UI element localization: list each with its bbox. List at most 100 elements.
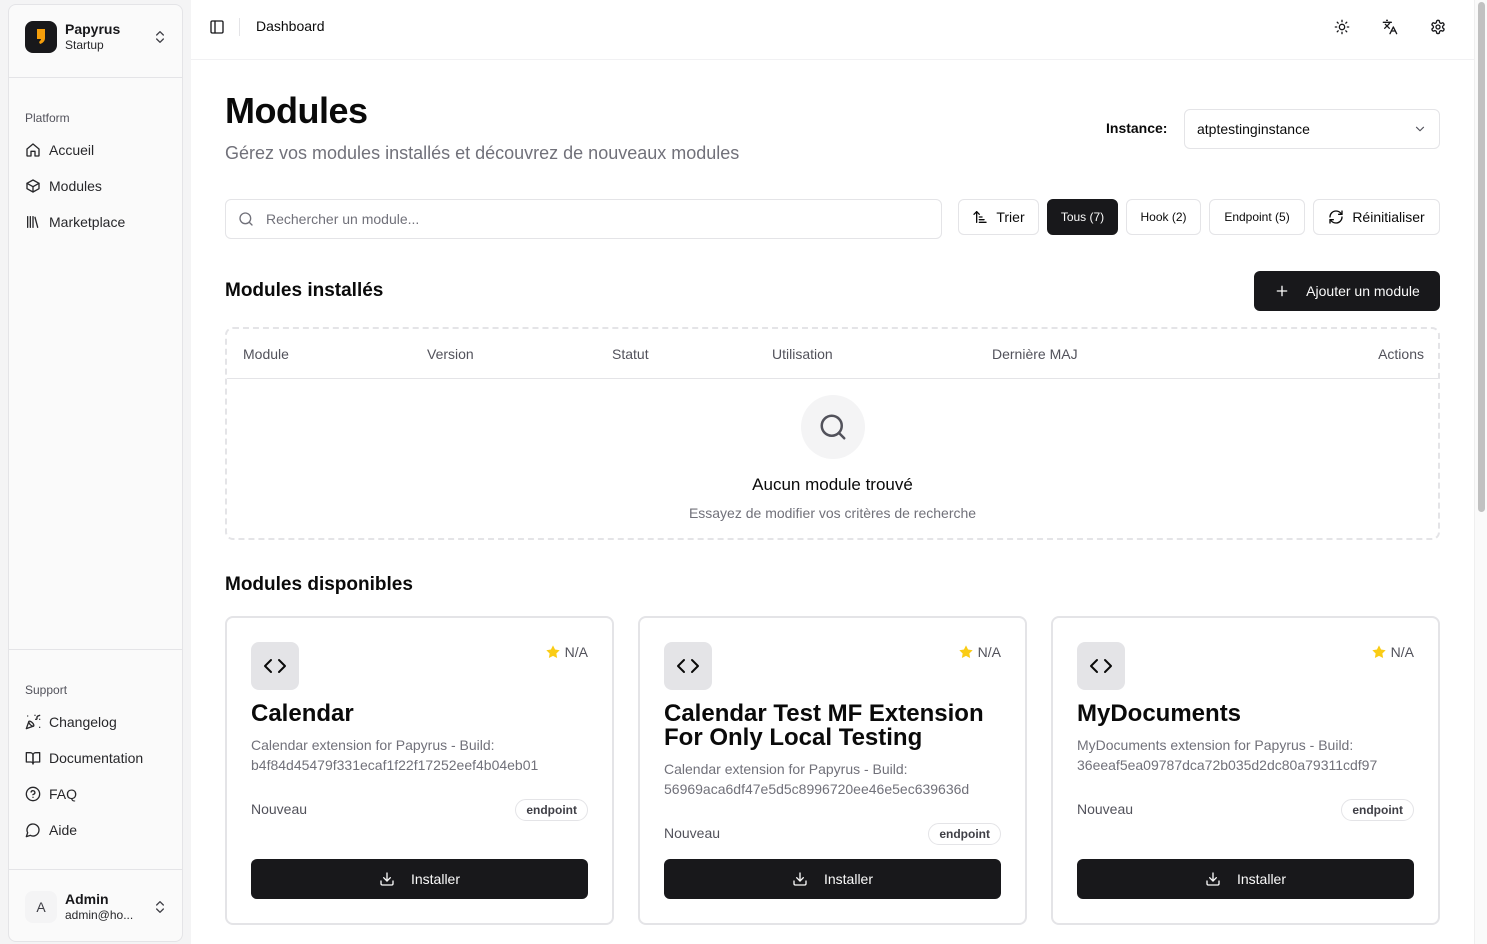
top-bar: Dashboard (191, 0, 1474, 60)
sidebar-item-label: Changelog (49, 714, 117, 730)
gear-icon (1431, 19, 1445, 35)
column-header-last-update: Dernière MAJ (992, 346, 1078, 362)
settings-button[interactable] (1424, 13, 1452, 41)
module-status: Nouveau (251, 801, 308, 817)
module-rating: N/A (545, 644, 588, 660)
help-circle-icon (25, 786, 41, 802)
add-module-button[interactable]: Ajouter un module (1254, 271, 1440, 311)
module-title: Calendar Test MF Extension For Only Loca… (664, 700, 984, 751)
home-icon (26, 143, 40, 157)
sort-button[interactable]: Trier (958, 199, 1039, 235)
main-content: Dashboard Modules Gérez vos modules inst… (191, 0, 1474, 944)
book-open-icon (25, 752, 41, 765)
chevrons-up-down-icon (156, 31, 164, 43)
star-icon (545, 645, 560, 658)
column-header-module: Module (243, 346, 289, 362)
download-icon (1206, 872, 1220, 886)
available-section-title: Modules disponibles (225, 574, 413, 595)
download-icon (793, 872, 807, 886)
installed-modules-table: Module Version Statut Utilisation Derniè… (225, 327, 1440, 540)
plus-icon (1276, 285, 1288, 297)
module-status: Nouveau (1077, 801, 1134, 817)
party-popper-icon (25, 714, 41, 730)
install-label: Installer (1236, 871, 1287, 887)
sidebar-item-aide[interactable]: Aide (17, 815, 176, 845)
theme-toggle-button[interactable] (1328, 13, 1356, 41)
sidebar: Papyrus Startup Platform Accueil Modules… (8, 4, 183, 942)
avatar: A (25, 891, 57, 923)
module-type-badge: endpoint (928, 823, 1001, 845)
sidebar-item-marketplace[interactable]: Marketplace (17, 207, 176, 237)
sidebar-item-label: Marketplace (49, 214, 126, 230)
papyrus-logo-icon (25, 21, 57, 53)
column-header-status: Statut (612, 346, 649, 362)
sidebar-item-modules[interactable]: Modules (17, 171, 176, 201)
code-icon (1077, 642, 1125, 690)
sidebar-item-faq[interactable]: FAQ (17, 779, 176, 809)
module-description: MyDocuments extension for Papyrus - Buil… (1077, 737, 1378, 773)
sort-label: Trier (996, 209, 1025, 225)
module-description: Calendar extension for Papyrus - Build: … (251, 737, 539, 773)
sidebar-item-documentation[interactable]: Documentation (17, 743, 176, 773)
empty-state-subtitle: Essayez de modifier vos critères de rech… (688, 505, 977, 521)
topbar-separator (239, 18, 240, 36)
sidebar-divider (9, 869, 182, 870)
team-plan: Startup (65, 38, 104, 52)
scrollbar-thumb[interactable] (1478, 2, 1485, 512)
sidebar-divider (9, 649, 182, 650)
install-label: Installer (410, 871, 461, 887)
filter-endpoint[interactable]: Endpoint (5) (1209, 199, 1305, 235)
team-switcher[interactable]: Papyrus Startup (17, 13, 176, 61)
language-button[interactable] (1376, 13, 1404, 41)
user-menu[interactable]: A Admin admin@ho... (17, 881, 176, 933)
rating-value: N/A (564, 644, 588, 660)
sidebar-item-label: Modules (49, 178, 102, 194)
table-header: Module Version Statut Utilisation Derniè… (227, 329, 1438, 379)
group-label-support: Support (25, 683, 68, 697)
page-subtitle: Gérez vos modules installés et découvrez… (225, 143, 740, 163)
library-icon (27, 216, 39, 228)
page-scrollbar[interactable] (1474, 0, 1487, 944)
breadcrumb[interactable]: Dashboard (256, 18, 325, 34)
module-type-badge: endpoint (515, 799, 588, 821)
user-email: admin@ho... (65, 908, 134, 922)
chevrons-up-down-icon (156, 901, 164, 913)
module-type-badge: endpoint (1341, 799, 1414, 821)
module-title: Calendar (251, 700, 354, 727)
sort-ascending-icon (973, 211, 988, 223)
rating-value: N/A (977, 644, 1001, 660)
package-icon (26, 179, 40, 193)
install-button[interactable]: Installer (251, 859, 588, 899)
empty-state-illustration (801, 395, 865, 459)
module-card-mydocuments: N/A MyDocuments MyDocuments extension fo… (1051, 616, 1440, 925)
install-button[interactable]: Installer (664, 859, 1001, 899)
filter-hook[interactable]: Hook (2) (1126, 199, 1201, 235)
search-icon (820, 414, 846, 440)
module-card-calendar-test: N/A Calendar Test MF Extension For Only … (638, 616, 1027, 925)
module-search[interactable] (225, 199, 942, 239)
module-rating: N/A (1371, 644, 1414, 660)
instance-select[interactable]: atptestinginstance (1184, 109, 1440, 149)
team-name: Papyrus (65, 21, 121, 37)
reset-button[interactable]: Réinitialiser (1313, 199, 1440, 235)
download-icon (380, 872, 394, 886)
user-name: Admin (65, 891, 109, 907)
rating-value: N/A (1390, 644, 1414, 660)
install-label: Installer (823, 871, 874, 887)
sidebar-divider (9, 77, 182, 78)
page-title: Modules (225, 90, 368, 131)
sidebar-item-changelog[interactable]: Changelog (17, 707, 176, 737)
install-button[interactable]: Installer (1077, 859, 1414, 899)
search-input[interactable] (266, 211, 929, 227)
sun-icon (1334, 19, 1350, 35)
sidebar-item-accueil[interactable]: Accueil (17, 135, 176, 165)
code-icon (664, 642, 712, 690)
sidebar-toggle-button[interactable] (203, 13, 231, 41)
star-icon (958, 645, 973, 658)
module-title: MyDocuments (1077, 700, 1242, 727)
sidebar-item-label: Accueil (49, 142, 95, 158)
sidebar-item-label: FAQ (49, 786, 78, 802)
module-status: Nouveau (664, 825, 721, 841)
filter-all[interactable]: Tous (7) (1047, 199, 1118, 235)
empty-state-title: Aucun module trouvé (752, 475, 913, 494)
